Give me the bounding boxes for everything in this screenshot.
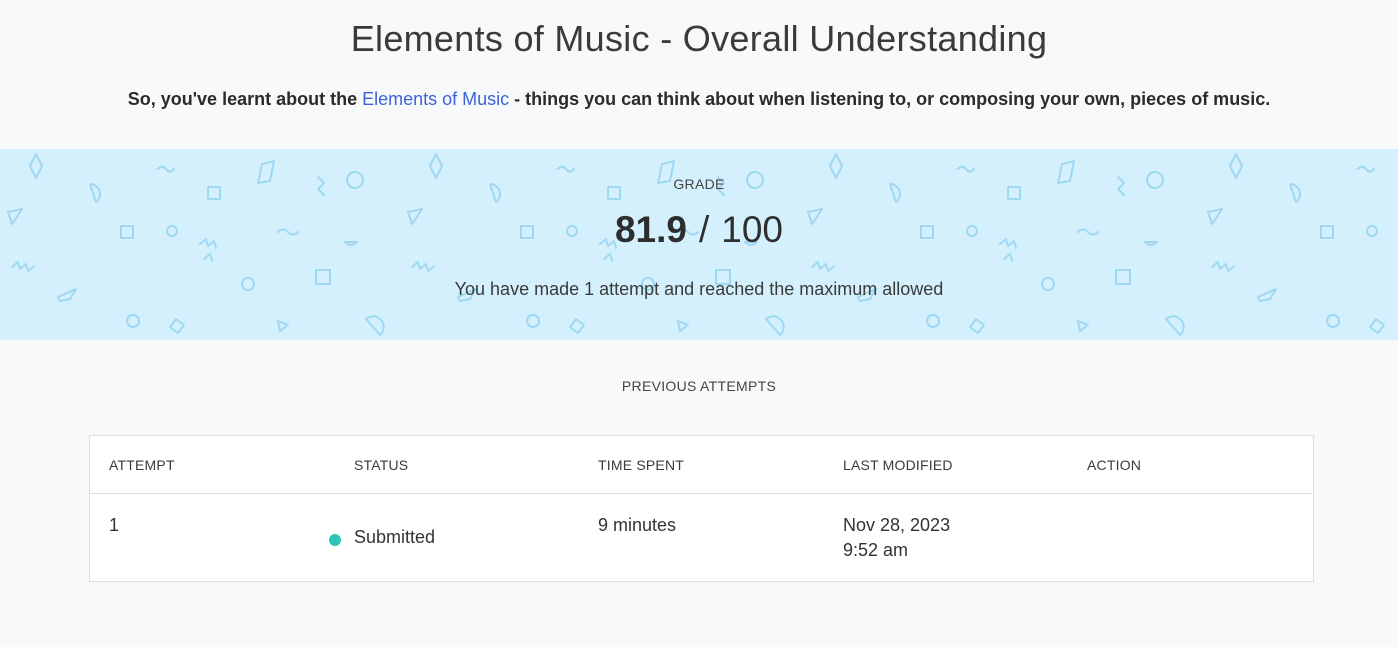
grade-banner: GRADE 81.9 / 100 You have made 1 attempt a… — [0, 149, 1398, 340]
grade-label: GRADE — [673, 176, 725, 192]
quiz-intro: So, you've learnt about the Elements of … — [0, 89, 1398, 110]
grade-score: 81.9 / 100 — [0, 209, 1398, 251]
status-dot-icon — [329, 534, 341, 546]
column-header-status: STATUS — [354, 457, 409, 473]
time-spent: 9 minutes — [598, 515, 677, 535]
column-header-time-spent: TIME SPENT — [598, 457, 685, 473]
page-title: Elements of Music - Overall Understandin… — [350, 18, 1048, 59]
attempts-message: You have made 1 attempt and reached the … — [454, 279, 944, 299]
grade-max-value: 100 — [721, 209, 784, 250]
last-modified-date: Nov 28, 2023 — [843, 515, 951, 535]
attempts-table: ATTEMPT STATUS TIME SPENT LAST MODIFIED … — [89, 435, 1314, 582]
intro-suffix: - things you can think about when listen… — [509, 89, 1271, 109]
elements-of-music-link[interactable]: Elements of Music — [362, 89, 509, 109]
attempt-number: 1 — [109, 515, 120, 535]
grade-score-value: 81.9 — [614, 209, 687, 250]
last-modified-time: 9:52 am — [843, 540, 909, 560]
column-header-attempt: ATTEMPT — [109, 457, 175, 473]
intro-prefix: So, you've learnt about the — [127, 89, 363, 109]
table-header: ATTEMPT STATUS TIME SPENT LAST MODIFIED … — [90, 436, 1313, 494]
column-header-last-modified: LAST MODIFIED — [843, 457, 953, 473]
grade-separator: / — [699, 209, 710, 250]
status-text: Submitted — [354, 527, 436, 547]
previous-attempts-heading: PREVIOUS ATTEMPTS — [621, 378, 777, 394]
quiz-results-page: Elements of Music - Overall Understandin… — [0, 0, 1398, 647]
column-header-action: ACTION — [1087, 457, 1142, 473]
